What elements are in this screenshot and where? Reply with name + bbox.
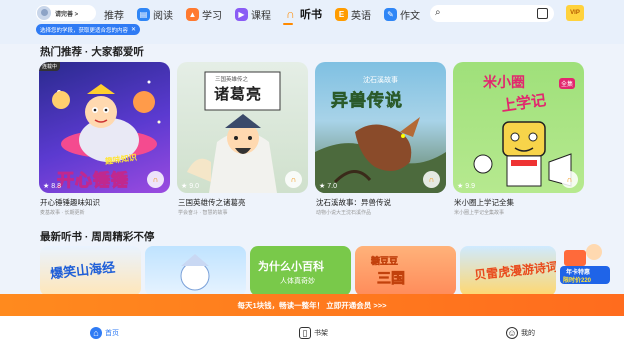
headphones-play-icon[interactable]: ∩: [285, 171, 302, 188]
scan-icon[interactable]: [537, 8, 548, 19]
tab-label: 学习: [202, 10, 222, 22]
cover-tag: 三国英雄传之: [215, 77, 249, 83]
tip-text: 选择您的学段，获取更适合您的内容: [40, 27, 129, 34]
tab-composition[interactable]: ✎ 作文: [384, 7, 420, 22]
rating-value: 7.0: [327, 182, 337, 190]
book-icon: ▤: [137, 7, 150, 21]
audiobook-card[interactable]: 三国英雄传之 诸葛亮 ★ 9.0 ∩: [177, 62, 308, 193]
membership-banner[interactable]: 每天1块钱，畅读一整年！ 立即开通会员 >>>: [0, 294, 624, 316]
card-subtitle: 学会奋斗 · 智慧的故事: [178, 210, 228, 216]
rating-value: 9.9: [465, 182, 475, 190]
rating: ★ 9.9: [457, 182, 475, 191]
cover-tag-secondary: 全集: [559, 78, 576, 89]
cover-title: 诸葛亮: [214, 86, 263, 103]
tab-audiobook[interactable]: ∩ 听书: [284, 6, 322, 22]
section-title-hot: 热门推荐 · 大家都爱听: [40, 46, 144, 58]
headphones-play-icon[interactable]: ∩: [423, 171, 440, 188]
rating: ★ 8.8: [43, 182, 61, 191]
star-icon: ★: [457, 183, 464, 190]
profile-label: 请完善 >: [55, 11, 79, 18]
card-title[interactable]: 三国英雄传之诸葛亮: [178, 197, 246, 208]
tab-label: 课程: [251, 10, 271, 22]
nav-profile[interactable]: ☺ 我的: [506, 327, 535, 339]
rating: ★ 9.0: [181, 182, 199, 191]
audiobook-card[interactable]: 糖豆豆 三国: [355, 246, 456, 296]
card-title[interactable]: 沈石溪故事：异兽传说: [316, 197, 391, 208]
profile-button[interactable]: 请完善 >: [36, 5, 96, 21]
star-icon: ★: [43, 183, 50, 190]
tab-label: 听书: [300, 9, 322, 21]
rating-value: 9.0: [189, 182, 199, 190]
tab-label: 英语: [351, 10, 371, 22]
audiobook-card[interactable]: 爆笑山海经: [40, 246, 141, 296]
rating: ★ 7.0: [319, 182, 337, 191]
annual-card-promo[interactable]: 年卡特惠 限时价220: [556, 238, 612, 286]
category-tabs: 推荐 ▤ 阅读 ▲ 学习 ▶ 课程 ∩ 听书 E 英语 ✎ 作文: [104, 5, 433, 23]
card-subtitle: 动物小说大王沈石溪作品: [316, 210, 372, 216]
vip-label: VIP: [570, 10, 580, 16]
tab-english[interactable]: E 英语: [335, 7, 371, 22]
cover-title: 三国: [377, 270, 406, 287]
headphones-icon: ∩: [286, 7, 295, 21]
section-title-new: 最新听书 · 周周精彩不停: [40, 231, 155, 243]
nav-bookshelf[interactable]: ▯ 书架: [299, 327, 328, 339]
cover-title: 开心锤锤: [57, 171, 129, 191]
audiobook-card[interactable]: 为什么小百科 人体真奇妙: [250, 246, 351, 296]
course-icon: ▶: [235, 7, 248, 21]
audiobook-card[interactable]: 沈石溪故事 异兽传说 ★ 7.0 ∩: [315, 62, 446, 193]
star-icon: ★: [319, 183, 326, 190]
cover-tag: 糖豆豆: [371, 256, 399, 267]
grade-tip-pill[interactable]: 选择您的学段，获取更适合您的内容 ✕: [36, 24, 141, 35]
tab-recommend[interactable]: 推荐: [104, 7, 124, 22]
profile-icon: ☺: [506, 327, 518, 339]
search-icon: ⌕: [435, 7, 441, 18]
cover-title: 爆笑山海经: [49, 259, 116, 282]
cover-art: [180, 254, 210, 291]
tab-label: 阅读: [153, 10, 173, 22]
nav-label: 我的: [521, 330, 535, 337]
headphones-play-icon[interactable]: ∩: [147, 171, 164, 188]
nav-label: 首页: [105, 330, 119, 337]
tab-reading[interactable]: ▤ 阅读: [137, 7, 173, 22]
card-subtitle: 麦基故事 · 长期更新: [40, 210, 85, 216]
vip-button[interactable]: VIP: [566, 5, 584, 21]
promo-price: 限时价220: [563, 278, 592, 284]
star-icon: ★: [181, 183, 188, 190]
search-input[interactable]: ⌕: [430, 5, 554, 22]
avatar: [36, 5, 52, 21]
card-title[interactable]: 米小圈上学记全集: [454, 197, 514, 208]
english-icon: E: [335, 7, 348, 21]
cover-title: 贝雷虎漫游诗词: [473, 259, 556, 283]
bookshelf-icon: ▯: [299, 327, 311, 339]
card-subtitle: 米小圈上学记全集故事: [454, 210, 505, 216]
audiobook-card[interactable]: 连载中 趣味知识 开心锤锤 ★ 8.8 ∩: [39, 62, 170, 193]
bottom-nav: ⌂ 首页 ▯ 书架 ☺ 我的: [0, 316, 624, 351]
audiobook-card[interactable]: 贝雷虎漫游诗词: [460, 246, 556, 296]
card-title[interactable]: 开心锤锤趣味知识: [40, 197, 100, 208]
cover-title: 异兽传说: [331, 91, 403, 111]
audiobook-card[interactable]: 米小圈 全集 上学记 ★ 9.9 ∩: [453, 62, 584, 193]
cover-tag: 沈石溪故事: [363, 77, 398, 84]
tab-label: 推荐: [104, 10, 124, 22]
active-tab-indicator: [283, 23, 293, 25]
cover-title: 为什么小百科: [258, 261, 324, 273]
tab-course[interactable]: ▶ 课程: [235, 7, 271, 22]
headphones-play-icon[interactable]: ∩: [561, 171, 578, 188]
tab-label: 作文: [400, 10, 420, 22]
audiobook-card[interactable]: [145, 246, 246, 296]
nav-home[interactable]: ⌂ 首页: [90, 327, 119, 339]
close-icon[interactable]: ✕: [131, 26, 136, 33]
composition-icon: ✎: [384, 7, 397, 21]
rating-value: 8.8: [51, 182, 61, 190]
status-badge: 连载中: [39, 62, 61, 71]
tab-study[interactable]: ▲ 学习: [186, 7, 222, 22]
cover-subtitle: 人体真奇妙: [280, 278, 315, 285]
cover-tag: 米小圈: [483, 74, 525, 90]
nav-label: 书架: [314, 330, 328, 337]
home-icon: ⌂: [90, 327, 102, 339]
banner-text: 每天1块钱，畅读一整年！ 立即开通会员 >>>: [237, 300, 387, 310]
graduation-cap-icon: ▲: [186, 7, 199, 21]
